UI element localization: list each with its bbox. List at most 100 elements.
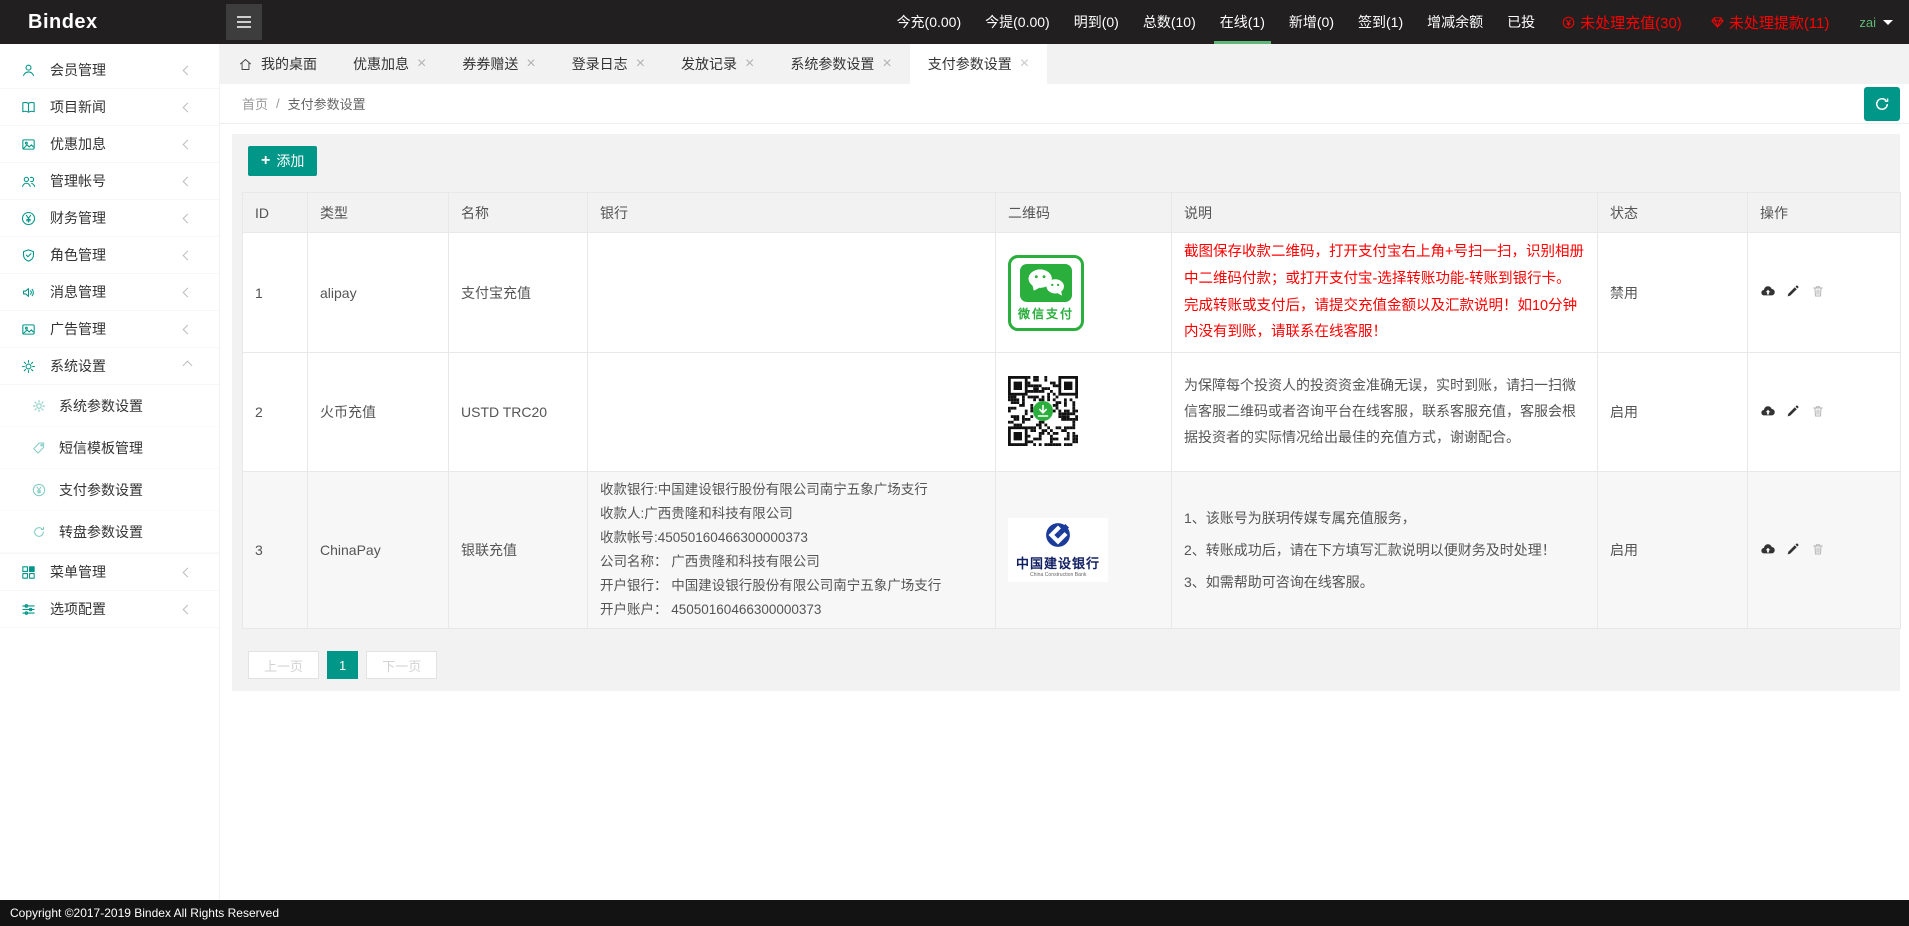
sidebar-item[interactable]: 选项配置 [0, 591, 219, 628]
navbar-stat[interactable]: 签到(1) [1346, 0, 1415, 44]
sidebar-item[interactable]: 财务管理 [0, 200, 219, 237]
chevron-down-icon [182, 360, 193, 371]
navbar-stat-label: 明到(0) [1073, 14, 1119, 30]
tab-close-icon[interactable]: × [417, 56, 426, 72]
sidebar-item-label: 消息管理 [50, 284, 106, 300]
speaker-icon [20, 284, 37, 301]
sidebar-item[interactable]: 会员管理 [0, 52, 219, 89]
sliders-icon [20, 601, 37, 618]
sidebar-subitem[interactable]: 系统参数设置 [0, 385, 219, 427]
navbar-stat[interactable]: 明到(0) [1062, 0, 1131, 44]
chevron-left-icon [182, 567, 193, 577]
delete-action-button[interactable] [1810, 541, 1826, 560]
navbar-stat[interactable]: 今提(0.00) [973, 0, 1062, 44]
upload-action-button[interactable] [1760, 403, 1776, 422]
column-header: ID [242, 192, 308, 233]
sidebar-subitem[interactable]: 转盘参数设置 [0, 511, 219, 553]
sidebar-item-label: 角色管理 [50, 247, 106, 263]
tab-我的桌面[interactable]: 我的桌面 [220, 44, 335, 84]
navbar-stat[interactable]: 增减余额 [1415, 0, 1495, 44]
refresh-icon [31, 524, 47, 540]
cell-bank [587, 231, 996, 354]
tab-登录日志[interactable]: 登录日志 × [554, 44, 663, 84]
sidebar-item[interactable]: 系统设置 [0, 348, 219, 385]
cell-qrcode [995, 352, 1172, 473]
coin-yen-icon [1561, 15, 1576, 30]
sidebar-item[interactable]: 项目新闻 [0, 89, 219, 126]
shield-check-icon [20, 247, 37, 264]
cell-id: 1 [242, 231, 308, 354]
user-menu[interactable]: zai [1843, 15, 1909, 30]
sidebar-item-label: 菜单管理 [50, 564, 106, 580]
sidebar-subitem[interactable]: 支付参数设置 [0, 469, 219, 511]
navbar-alert[interactable]: 未处理提款(11) [1696, 0, 1844, 44]
navbar-stat[interactable]: 已投 [1495, 0, 1547, 44]
edit-action-button[interactable] [1785, 403, 1801, 422]
tab-close-icon[interactable]: × [745, 56, 754, 72]
upload-action-button[interactable] [1760, 283, 1776, 302]
cell-description: 为保障每个投资人的投资资金准确无误，实时到账，请扫一扫微信客服二维码或者咨询平台… [1171, 352, 1598, 473]
prev-page-button[interactable]: 上一页 [248, 651, 320, 680]
edit-icon [1785, 403, 1801, 419]
delete-action-button[interactable] [1810, 283, 1826, 302]
next-page-button[interactable]: 下一页 [366, 651, 438, 680]
tab-close-icon[interactable]: × [1020, 56, 1029, 72]
refresh-button[interactable] [1864, 86, 1900, 121]
tab-发放记录[interactable]: 发放记录 × [663, 44, 772, 84]
column-header: 名称 [448, 192, 588, 233]
upload-action-button[interactable] [1760, 541, 1776, 560]
user-icon [20, 62, 37, 79]
username: zai [1859, 14, 1876, 30]
sidebar-item[interactable]: 消息管理 [0, 274, 219, 311]
brand-logo[interactable]: Bindex [0, 11, 220, 34]
sidebar-item[interactable]: 角色管理 [0, 237, 219, 274]
sidebar-subitem[interactable]: 短信模板管理 [0, 427, 219, 469]
navbar-stat[interactable]: 新增(0) [1277, 0, 1346, 44]
image-icon [20, 136, 37, 153]
add-button[interactable]: + 添加 [248, 146, 318, 176]
navbar-alert[interactable]: 未处理充值(30) [1547, 0, 1696, 44]
gem-icon [1710, 15, 1725, 30]
tab-close-icon[interactable]: × [526, 56, 535, 72]
navbar-stat[interactable]: 在线(1) [1208, 0, 1277, 44]
tab-优惠加息[interactable]: 优惠加息 × [335, 44, 444, 84]
sidebar-item[interactable]: 菜单管理 [0, 554, 219, 591]
footer: Copyright ©2017-2019 Bindex All Rights R… [0, 900, 1909, 926]
sidebar-item[interactable]: 广告管理 [0, 311, 219, 348]
tab-系统参数设置[interactable]: 系统参数设置 × [772, 44, 909, 84]
tab-label: 登录日志 [571, 56, 628, 72]
sidebar-item[interactable]: 管理帐号 [0, 163, 219, 200]
tab-label: 发放记录 [681, 56, 738, 72]
sidebar-item-label: 项目新闻 [50, 99, 106, 115]
cell-id: 2 [242, 352, 308, 473]
navbar-stat[interactable]: 总数(10) [1131, 0, 1208, 44]
cell-name: 银联充值 [448, 471, 588, 630]
tab-close-icon[interactable]: × [636, 56, 645, 72]
menu-toggle-button[interactable] [226, 4, 262, 40]
edit-action-button[interactable] [1785, 541, 1801, 560]
cell-bank: 收款银行:中国建设银行股份有限公司南宁五象广场支行 收款人:广西贵隆和科技有限公司… [587, 471, 996, 630]
tab-close-icon[interactable]: × [882, 56, 891, 72]
tab-券券赠送[interactable]: 券券赠送 × [444, 44, 553, 84]
delete-action-button[interactable] [1810, 403, 1826, 422]
plus-icon: + [261, 152, 271, 169]
breadcrumb-separator: / [276, 96, 280, 111]
grid-icon [20, 564, 37, 581]
navbar-alert-label: 未处理提款(11) [1728, 14, 1830, 32]
cell-qrcode: 中国建设银行 China Construction Bank [995, 471, 1172, 630]
trash-icon [1810, 541, 1826, 557]
sidebar-subitem-label: 短信模板管理 [59, 439, 143, 456]
usdt-qr-code [1008, 375, 1159, 449]
pagination: 上一页 1 下一页 [248, 651, 1890, 680]
copyright-text: Copyright ©2017-2019 Bindex All Rights R… [10, 906, 279, 920]
navbar-stat-label: 已投 [1507, 14, 1536, 30]
caret-down-icon [1883, 19, 1893, 30]
table-row: 3 ChinaPay 银联充值 收款银行:中国建设银行股份有限公司南宁五象广场支行 收款… [242, 471, 1901, 630]
navbar-stat[interactable]: 今充(0.00) [885, 0, 974, 44]
hamburger-icon [236, 15, 252, 29]
tab-支付参数设置[interactable]: 支付参数设置 × [909, 44, 1048, 84]
page-1-button[interactable]: 1 [327, 651, 359, 680]
breadcrumb-home[interactable]: 首页 [242, 94, 268, 113]
sidebar-item[interactable]: 优惠加息 [0, 126, 219, 163]
edit-action-button[interactable] [1785, 283, 1801, 302]
